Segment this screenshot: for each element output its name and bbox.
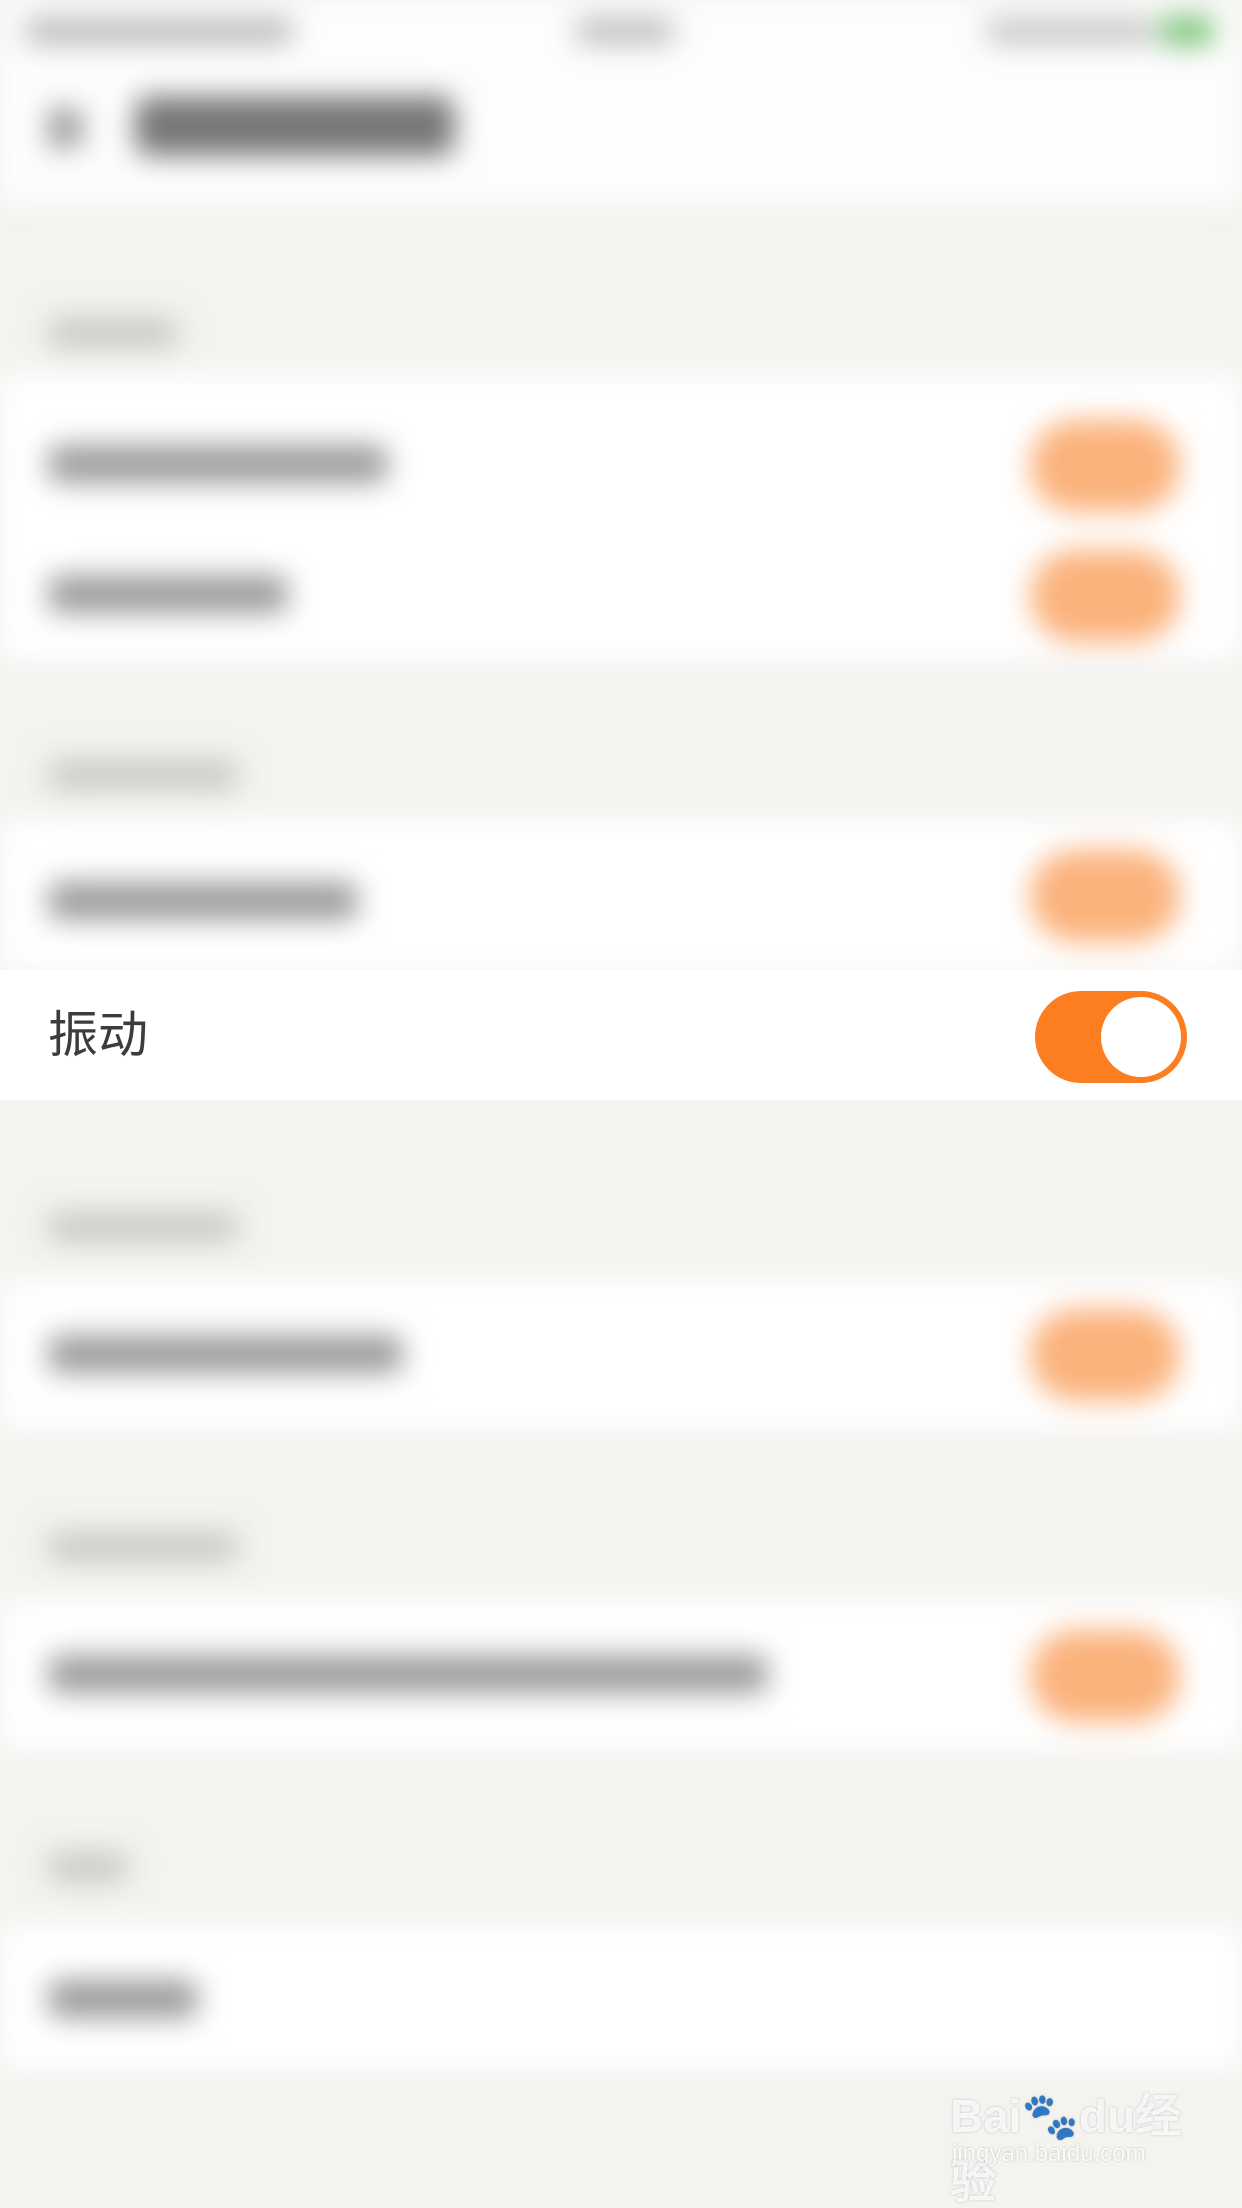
vibrate-setting-row[interactable]: 振动	[0, 970, 1242, 1100]
section-header	[48, 1852, 128, 1882]
page-title	[135, 96, 455, 156]
setting-label	[48, 1655, 768, 1693]
section-header	[48, 1532, 238, 1562]
section-header	[48, 318, 178, 348]
settings-card	[0, 375, 1242, 660]
baidu-jingyan-watermark: Bai🐾du经验 jingyan.baidu.com	[950, 2070, 1200, 2208]
carrier-info	[24, 18, 294, 44]
settings-card	[0, 1600, 1242, 1750]
setting-label[interactable]	[48, 1980, 198, 2018]
status-bar	[0, 0, 1242, 60]
blurred-background	[0, 0, 1242, 2208]
toggle-switch[interactable]	[1030, 1630, 1180, 1722]
toggle-switch[interactable]	[1030, 550, 1180, 642]
status-icons	[985, 18, 1155, 44]
back-icon[interactable]	[48, 108, 82, 148]
watermark-url: jingyan.baidu.com	[952, 2140, 1146, 2167]
toggle-knob	[1101, 997, 1181, 1077]
vibrate-label: 振动	[48, 1006, 148, 1064]
toggle-switch[interactable]	[1030, 850, 1180, 942]
settings-card	[0, 1280, 1242, 1430]
toggle-switch[interactable]	[1030, 420, 1180, 512]
section-header	[48, 760, 238, 790]
setting-label	[48, 575, 288, 613]
paw-icon: 🐾	[1021, 2090, 1079, 2142]
setting-label	[48, 445, 388, 483]
settings-card	[0, 1925, 1242, 2070]
settings-card	[0, 820, 1242, 970]
setting-label	[48, 1335, 403, 1373]
clock	[575, 18, 675, 44]
watermark-brand-du: du	[1078, 2090, 1136, 2142]
toggle-switch[interactable]	[1030, 1309, 1180, 1401]
section-header	[48, 1212, 238, 1242]
setting-label	[48, 882, 358, 920]
vibrate-toggle[interactable]	[1035, 991, 1187, 1083]
watermark-brand-text: Bai	[950, 2090, 1022, 2142]
battery-icon	[1160, 16, 1214, 46]
